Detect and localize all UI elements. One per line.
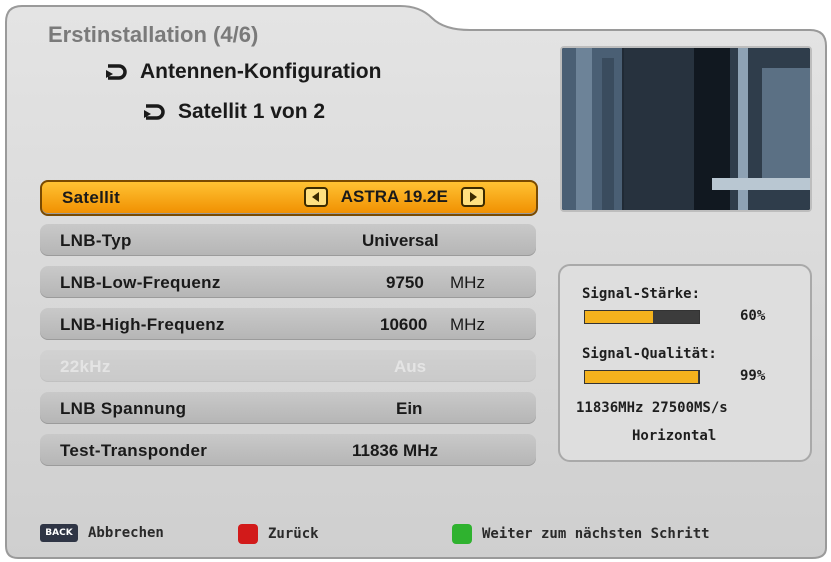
subsection-label: Satellit 1 von 2 (178, 100, 326, 123)
footer-bar: BACK Abbrechen Zurück Weiter zum nächste… (0, 518, 831, 550)
redo-arrow-icon (144, 104, 165, 120)
setting-row-satellit[interactable]: Satellit ASTRA 19.2E (40, 180, 538, 216)
transponder-info: 11836MHz 27500MS/s (576, 400, 728, 416)
subsection-heading: Satellit 1 von 2 (140, 100, 325, 124)
satellite-selector[interactable]: ASTRA 19.2E (304, 186, 485, 208)
back-key-icon: BACK (40, 524, 78, 542)
red-key-icon (238, 524, 258, 544)
cancel-label: Abbrechen (88, 525, 164, 541)
page-title: Erstinstallation (4/6) (48, 22, 259, 47)
setting-value: Aus (394, 357, 427, 376)
setting-label: 22kHz (60, 357, 111, 376)
signal-quality-label: Signal-Qualität: (582, 346, 717, 362)
setting-row-lnb-low-frequenz[interactable]: LNB-Low-Frequenz 9750 MHz (40, 266, 536, 298)
green-key-icon (452, 524, 472, 544)
redo-arrow-icon (106, 64, 127, 80)
right-arrow-icon[interactable] (460, 186, 485, 207)
setting-row-22khz: 22kHz Aus (40, 350, 536, 382)
setting-label: Satellit (62, 188, 121, 207)
next-label: Weiter zum nächsten Schritt (482, 526, 710, 542)
signal-strength-value: 60% (740, 308, 766, 324)
setting-unit: MHz (450, 273, 485, 292)
signal-quality-fill (585, 371, 698, 383)
setting-unit: MHz (450, 315, 485, 334)
section-label: Antennen-Konfiguration (140, 60, 382, 83)
setting-row-lnb-high-frequenz[interactable]: LNB-High-Frequenz 10600 MHz (40, 308, 536, 340)
signal-strength-bar (584, 310, 700, 324)
signal-strength-fill (585, 311, 654, 323)
setting-value: Universal (362, 231, 439, 250)
setting-label: LNB-High-Frequenz (60, 315, 225, 334)
setting-label: LNB-Typ (60, 231, 132, 250)
back-label: Zurück (268, 526, 319, 542)
left-arrow-icon[interactable] (304, 186, 328, 207)
setting-value: 9750 (386, 273, 424, 292)
video-preview-image (562, 48, 810, 210)
setting-label: LNB Spannung (60, 399, 187, 418)
setting-row-test-transponder[interactable]: Test-Transponder 11836 MHz (40, 434, 536, 466)
signal-quality-value: 99% (740, 368, 766, 384)
cancel-button[interactable]: BACK Abbrechen (40, 524, 164, 542)
back-button[interactable]: Zurück (238, 524, 319, 544)
setting-value: 11836 MHz (352, 441, 438, 460)
signal-strength-label: Signal-Stärke: (582, 286, 701, 302)
setting-value: 10600 (380, 315, 428, 334)
setting-value: ASTRA 19.2E (340, 187, 448, 206)
setting-value: Ein (396, 399, 423, 418)
setting-row-lnb-typ[interactable]: LNB-Typ Universal (40, 224, 536, 256)
setting-row-lnb-spannung[interactable]: LNB Spannung Ein (40, 392, 536, 424)
next-step-button[interactable]: Weiter zum nächsten Schritt (452, 524, 710, 544)
signal-info-panel: Signal-Stärke: 60% Signal-Qualität: 99% … (558, 264, 812, 462)
setting-label: LNB-Low-Frequenz (60, 273, 221, 292)
tv-preview (560, 46, 812, 212)
setting-label: Test-Transponder (60, 441, 208, 460)
section-heading: Antennen-Konfiguration (102, 60, 381, 84)
polarization-info: Horizontal (632, 428, 717, 444)
signal-quality-bar (584, 370, 700, 384)
